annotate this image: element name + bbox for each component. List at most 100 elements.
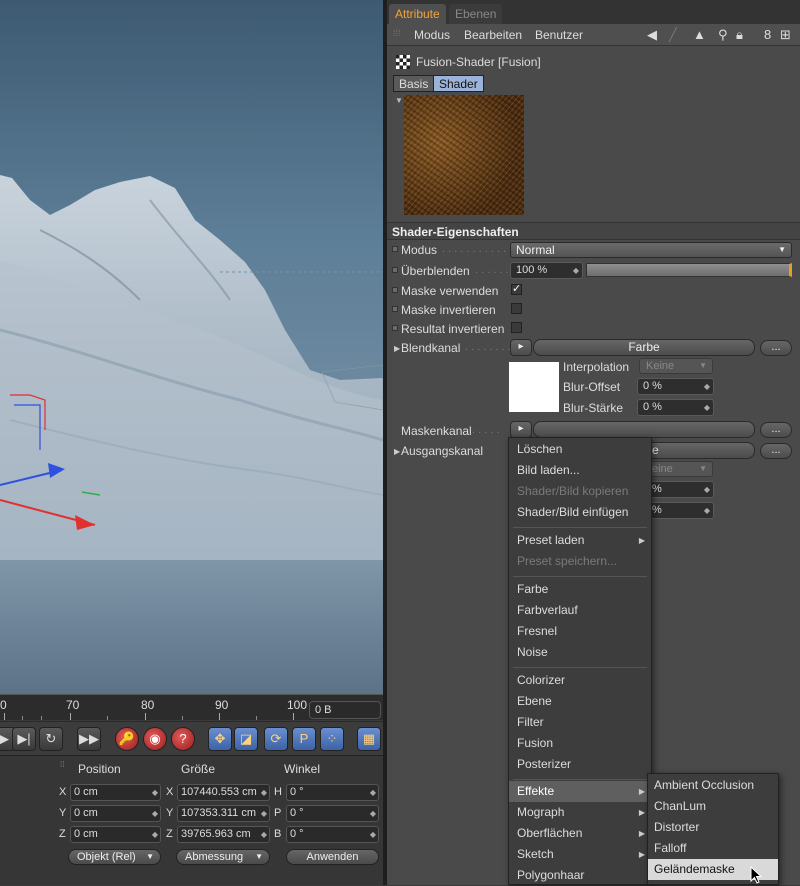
ueberblenden-slider[interactable] [586, 263, 792, 277]
menu-benutzer[interactable]: Benutzer [535, 28, 583, 42]
step-forward-icon[interactable]: ▶| [12, 727, 36, 751]
coordinate-mode-dropdown[interactable]: Objekt (Rel) ▼ [68, 849, 161, 865]
timeline-tick [22, 716, 23, 720]
lock-icon[interactable]: 🔒︎ [736, 27, 743, 43]
tab-attribute[interactable]: Attribute [389, 4, 446, 24]
submenu-item-falloff[interactable]: Falloff [648, 838, 778, 859]
size-x-value: 107440.553 cm [181, 786, 257, 798]
menu-modus[interactable]: Modus [414, 28, 450, 42]
ausgangskanal-more-button[interactable]: ... [760, 443, 792, 459]
menu-item-farbverlauf[interactable]: Farbverlauf [509, 600, 651, 621]
point-level-icon[interactable]: ⁘ [320, 727, 344, 751]
modus-dropdown[interactable]: Normal ▼ [510, 242, 792, 258]
keyframe-selection-icon[interactable]: ? [171, 727, 195, 751]
menu-item-loeschen[interactable]: Löschen [509, 439, 651, 460]
3d-viewport[interactable] [0, 0, 383, 694]
expand-arrow-icon[interactable]: ▶ [394, 447, 400, 456]
pos-x-field[interactable]: 0 cm ◆ [70, 784, 161, 801]
search-icon[interactable]: ⚲ [718, 27, 728, 43]
size-mode-dropdown[interactable]: Abmessung ▼ [176, 849, 270, 865]
maskenkanal-menu-button[interactable]: ▸ [510, 421, 532, 438]
collapse-arrow-icon[interactable]: ▼ [395, 96, 403, 105]
forward-line-icon[interactable]: ╱ [669, 27, 677, 43]
apply-button[interactable]: Anwenden [286, 849, 379, 865]
maskenkanal-button[interactable] [533, 421, 755, 438]
menu-item-colorizer[interactable]: Colorizer [509, 670, 651, 691]
resultat-invertieren-checkbox[interactable] [511, 322, 522, 333]
autokey-icon[interactable]: ◉ [143, 727, 167, 751]
back-arrow-icon[interactable]: ◀ [647, 27, 657, 43]
interpolation-dropdown[interactable]: Keine ▼ [639, 358, 713, 374]
maskenkanal-more-button[interactable]: ... [760, 422, 792, 438]
record-keys-icon[interactable]: 🔑 [115, 727, 139, 751]
current-frame-field[interactable]: 0 B [309, 701, 381, 719]
loop-icon[interactable]: ↻ [39, 727, 63, 751]
menu-item-fresnel[interactable]: Fresnel [509, 621, 651, 642]
menu-item-posterizer[interactable]: Posterizer [509, 754, 651, 775]
menu-item-oberflaechen[interactable]: Oberflächen ▶ [509, 823, 651, 844]
parameter-icon[interactable]: P [292, 727, 316, 751]
new-panel-icon[interactable]: ⊞ [780, 27, 791, 43]
menu-item-effekte[interactable]: Effekte ▶ [509, 781, 651, 802]
menu-item-bild-laden[interactable]: Bild laden... [509, 460, 651, 481]
submenu-item-ambient-occlusion[interactable]: Ambient Occlusion [648, 775, 778, 796]
maske-verwenden-checkbox[interactable]: ✓ [511, 284, 522, 295]
tab-shader[interactable]: Shader [433, 75, 484, 92]
expand-arrow-icon[interactable]: ▶ [394, 344, 400, 353]
menu-item-shader-einfuegen[interactable]: Shader/Bild einfügen [509, 502, 651, 523]
blendkanal-farbe-button[interactable]: Farbe [533, 339, 755, 356]
menu-item-shader-kopieren[interactable]: Shader/Bild kopieren [509, 481, 651, 502]
shader-preview[interactable] [404, 95, 524, 215]
blur-staerke-field[interactable]: 0 % ◆ [637, 399, 714, 416]
pos-z-field[interactable]: 0 cm ◆ [70, 826, 161, 843]
pin-icon[interactable]: 8 [764, 27, 771, 42]
tab-ebenen[interactable]: Ebenen [449, 4, 503, 24]
timeline-tick [293, 713, 294, 720]
maske-invertieren-label: Maske invertieren [401, 303, 496, 317]
menu-item-fusion[interactable]: Fusion [509, 733, 651, 754]
animate-dot[interactable] [392, 246, 398, 252]
angle-p-field[interactable]: 0 ° ◆ [286, 805, 379, 822]
color-swatch[interactable] [509, 362, 559, 412]
menu-item-ebene[interactable]: Ebene [509, 691, 651, 712]
animate-dot[interactable] [392, 267, 398, 273]
size-y-field[interactable]: 107353.311 cm ◆ [177, 805, 270, 822]
submenu-item-distorter[interactable]: Distorter [648, 817, 778, 838]
size-x-field[interactable]: 107440.553 cm ◆ [177, 784, 270, 801]
menu-item-farbe[interactable]: Farbe [509, 579, 651, 600]
menu-item-preset-speichern[interactable]: Preset speichern... [509, 551, 651, 572]
blur-offset-field[interactable]: 0 % ◆ [637, 378, 714, 395]
maskenkanal-label: Maskenkanal [401, 424, 472, 438]
menu-item-sketch[interactable]: Sketch ▶ [509, 844, 651, 865]
tab-basis[interactable]: Basis [393, 75, 435, 92]
menu-item-preset-laden[interactable]: Preset laden ▶ [509, 530, 651, 551]
size-z-value: 39765.963 cm [181, 828, 251, 840]
rotate-icon[interactable]: ⟳ [264, 727, 288, 751]
angle-b-field[interactable]: 0 ° ◆ [286, 826, 379, 843]
animate-dot[interactable] [392, 306, 398, 312]
film-icon[interactable]: ▦ [357, 727, 381, 751]
size-z-field[interactable]: 39765.963 cm ◆ [177, 826, 270, 843]
size-z-letter: Z [166, 828, 173, 840]
menu-bearbeiten[interactable]: Bearbeiten [464, 28, 522, 42]
ausgangskanal-value: e [652, 443, 659, 457]
scale-icon[interactable]: ◪ [234, 727, 258, 751]
menu-item-noise[interactable]: Noise [509, 642, 651, 663]
menu-item-filter[interactable]: Filter [509, 712, 651, 733]
goto-end-icon[interactable]: ▶▶ [77, 727, 101, 751]
up-arrow-icon[interactable]: ▲ [693, 27, 706, 42]
menu-item-polygonhaar[interactable]: Polygonhaar [509, 865, 651, 886]
angle-h-field[interactable]: 0 ° ◆ [286, 784, 379, 801]
pos-y-letter: Y [59, 807, 67, 819]
submenu-item-chanlum[interactable]: ChanLum [648, 796, 778, 817]
blendkanal-menu-button[interactable]: ▸ [510, 339, 532, 356]
animate-dot[interactable] [392, 325, 398, 331]
ueberblenden-field[interactable]: 100 % ◆ [510, 262, 583, 279]
blendkanal-more-button[interactable]: ... [760, 340, 792, 356]
animate-dot[interactable] [392, 287, 398, 293]
move-icon[interactable]: ✥ [208, 727, 232, 751]
menu-item-mograph[interactable]: Mograph ▶ [509, 802, 651, 823]
maske-invertieren-checkbox[interactable] [511, 303, 522, 314]
interpolation-value: Keine [646, 360, 675, 372]
pos-y-field[interactable]: 0 cm ◆ [70, 805, 161, 822]
